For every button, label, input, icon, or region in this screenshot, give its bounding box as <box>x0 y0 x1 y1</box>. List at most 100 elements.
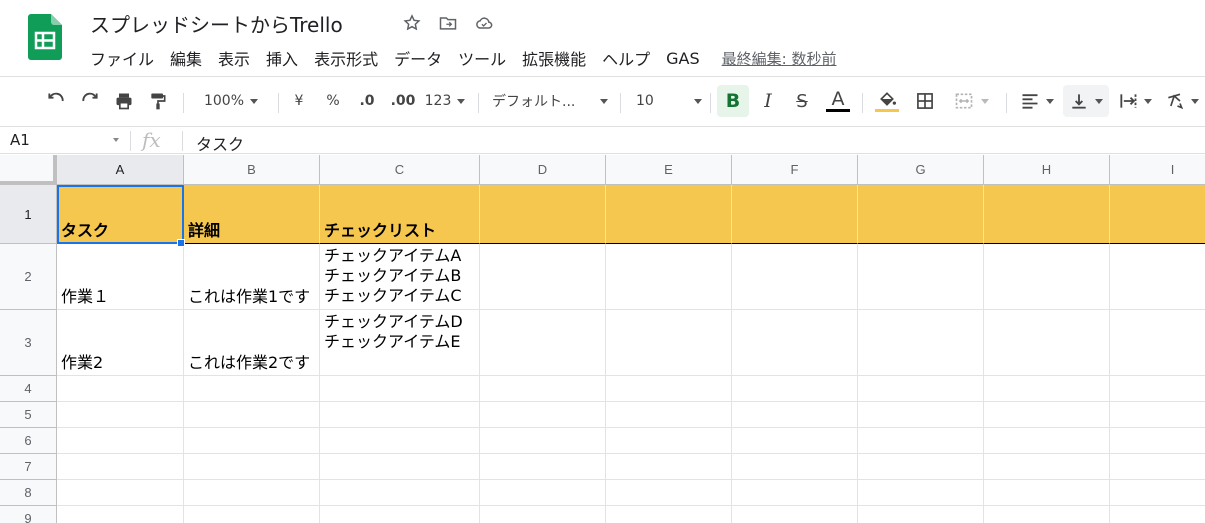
number-format-select[interactable]: 123 <box>424 85 466 117</box>
cell-h8[interactable] <box>984 480 1110 506</box>
cell-b4[interactable] <box>184 376 320 402</box>
cell-h3[interactable] <box>984 310 1110 376</box>
redo-icon[interactable] <box>76 85 104 117</box>
cell-b5[interactable] <box>184 402 320 428</box>
cell-i1[interactable] <box>1110 185 1205 244</box>
text-color-button[interactable]: A <box>822 85 854 117</box>
cell-h4[interactable] <box>984 376 1110 402</box>
cell-f8[interactable] <box>732 480 858 506</box>
column-header-c[interactable]: C <box>320 155 480 185</box>
cell-b9[interactable] <box>184 506 320 523</box>
horizontal-align-icon[interactable] <box>1016 85 1058 117</box>
font-family-select[interactable]: デフォルト... <box>492 85 608 117</box>
menu-insert[interactable]: 挿入 <box>258 44 306 72</box>
row-header-9[interactable]: 9 <box>0 506 57 523</box>
merge-cells-icon[interactable] <box>946 85 996 117</box>
select-all-corner[interactable] <box>0 155 57 185</box>
cell-e6[interactable] <box>606 428 732 454</box>
row-header-7[interactable]: 7 <box>0 454 57 480</box>
sheets-logo-icon[interactable] <box>28 14 62 60</box>
cell-g6[interactable] <box>858 428 984 454</box>
cell-f3[interactable] <box>732 310 858 376</box>
cell-i2[interactable] <box>1110 244 1205 310</box>
cloud-saved-icon[interactable] <box>472 11 496 35</box>
cell-f9[interactable] <box>732 506 858 523</box>
cell-g7[interactable] <box>858 454 984 480</box>
move-folder-icon[interactable] <box>436 11 460 35</box>
cell-i3[interactable] <box>1110 310 1205 376</box>
column-header-f[interactable]: F <box>732 155 858 185</box>
cell-c7[interactable] <box>320 454 480 480</box>
cell-d3[interactable] <box>480 310 606 376</box>
cell-f5[interactable] <box>732 402 858 428</box>
cell-c5[interactable] <box>320 402 480 428</box>
column-header-a[interactable]: A <box>57 155 184 185</box>
cell-d9[interactable] <box>480 506 606 523</box>
cell-i8[interactable] <box>1110 480 1205 506</box>
cell-c6[interactable] <box>320 428 480 454</box>
menu-data[interactable]: データ <box>386 44 450 72</box>
column-header-h[interactable]: H <box>984 155 1110 185</box>
font-size-select[interactable]: 10 <box>636 85 702 117</box>
cell-d5[interactable] <box>480 402 606 428</box>
row-header-8[interactable]: 8 <box>0 480 57 506</box>
row-header-6[interactable]: 6 <box>0 428 57 454</box>
formula-input[interactable]: タスク <box>196 131 244 155</box>
cell-g4[interactable] <box>858 376 984 402</box>
cell-h9[interactable] <box>984 506 1110 523</box>
cell-e8[interactable] <box>606 480 732 506</box>
cell-a1[interactable]: タスク <box>57 185 184 244</box>
cell-d1[interactable] <box>480 185 606 244</box>
column-header-b[interactable]: B <box>184 155 320 185</box>
cell-a9[interactable] <box>57 506 184 523</box>
zoom-select[interactable]: 100% <box>194 85 268 117</box>
column-header-d[interactable]: D <box>480 155 606 185</box>
cell-b2[interactable]: これは作業1です <box>184 244 320 310</box>
cell-a4[interactable] <box>57 376 184 402</box>
cell-a7[interactable] <box>57 454 184 480</box>
cell-c8[interactable] <box>320 480 480 506</box>
fill-handle[interactable] <box>177 239 185 247</box>
cell-a3[interactable]: 作業2 <box>57 310 184 376</box>
cell-c2[interactable]: チェックアイテムA チェックアイテムB チェックアイテムC <box>320 244 480 310</box>
percent-format-button[interactable]: % <box>322 85 344 117</box>
print-icon[interactable] <box>110 85 138 117</box>
cell-f6[interactable] <box>732 428 858 454</box>
menu-extensions[interactable]: 拡張機能 <box>514 44 594 72</box>
text-wrap-icon[interactable] <box>1114 85 1156 117</box>
cell-f7[interactable] <box>732 454 858 480</box>
cell-g3[interactable] <box>858 310 984 376</box>
menu-view[interactable]: 表示 <box>210 44 258 72</box>
cell-f1[interactable] <box>732 185 858 244</box>
cell-i4[interactable] <box>1110 376 1205 402</box>
cell-d2[interactable] <box>480 244 606 310</box>
menu-edit[interactable]: 編集 <box>162 44 210 72</box>
cell-e1[interactable] <box>606 185 732 244</box>
menu-format[interactable]: 表示形式 <box>306 44 386 72</box>
column-header-g[interactable]: G <box>858 155 984 185</box>
cell-g8[interactable] <box>858 480 984 506</box>
cell-g1[interactable] <box>858 185 984 244</box>
currency-format-button[interactable]: ¥ <box>288 85 310 117</box>
name-box[interactable]: A1 <box>0 127 130 154</box>
row-header-2[interactable]: 2 <box>0 244 57 310</box>
strikethrough-button[interactable]: S <box>788 85 816 117</box>
row-header-3[interactable]: 3 <box>0 310 57 376</box>
cell-g2[interactable] <box>858 244 984 310</box>
menu-file[interactable]: ファイル <box>82 44 162 72</box>
cell-f4[interactable] <box>732 376 858 402</box>
cell-a2[interactable]: 作業１ <box>57 244 184 310</box>
cell-g9[interactable] <box>858 506 984 523</box>
cell-i7[interactable] <box>1110 454 1205 480</box>
borders-icon[interactable] <box>910 85 940 117</box>
italic-button[interactable]: I <box>754 85 782 117</box>
cell-b6[interactable] <box>184 428 320 454</box>
last-edit-link[interactable]: 最終編集: 数秒前 <box>714 46 845 71</box>
column-header-e[interactable]: E <box>606 155 732 185</box>
cell-d8[interactable] <box>480 480 606 506</box>
paint-format-icon[interactable] <box>144 85 172 117</box>
cell-e9[interactable] <box>606 506 732 523</box>
cell-b3[interactable]: これは作業2です <box>184 310 320 376</box>
column-header-i[interactable]: I <box>1110 155 1205 185</box>
cell-b1[interactable]: 詳細 <box>184 185 320 244</box>
